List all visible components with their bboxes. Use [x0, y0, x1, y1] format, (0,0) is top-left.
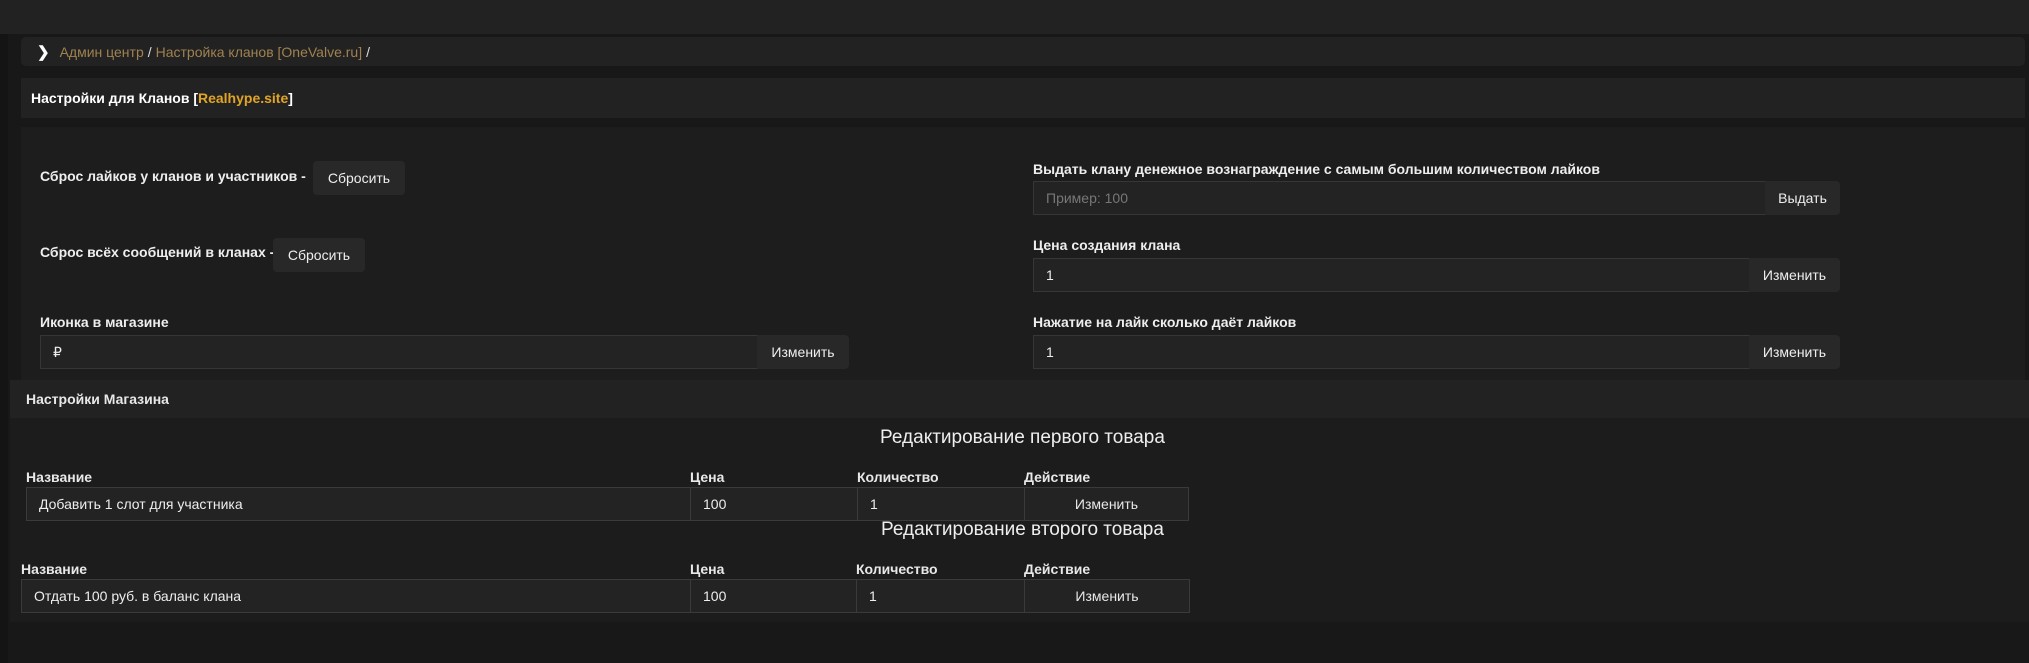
product-2-change-button[interactable]: Изменить [1024, 579, 1190, 613]
col-quantity-header: Количество [857, 469, 939, 485]
reward-label: Выдать клану денежное вознаграждение с с… [1033, 161, 1600, 177]
breadcrumb-separator: / [366, 43, 370, 60]
reward-give-button[interactable]: Выдать [1765, 181, 1840, 215]
product-2-quantity-input[interactable] [856, 579, 1025, 613]
reset-likes-button[interactable]: Сбросить [313, 161, 405, 195]
reward-input[interactable] [1033, 181, 1766, 215]
product-2-price-input[interactable] [690, 579, 857, 613]
clan-price-change-button[interactable]: Изменить [1749, 258, 1840, 292]
breadcrumb: ❯ Админ центр / Настройка кланов [OneVal… [21, 37, 2025, 66]
product-1-quantity-input[interactable] [857, 487, 1025, 521]
col-action-header: Действие [1024, 561, 1091, 577]
chevron-right-icon: ❯ [37, 43, 50, 61]
shop-icon-label: Иконка в магазине [40, 314, 169, 330]
clan-price-input[interactable] [1033, 258, 1750, 292]
page-title-site: Realhype.site [197, 90, 289, 106]
col-quantity-header: Количество [856, 561, 938, 577]
top-bar [0, 0, 2029, 34]
like-value-change-button[interactable]: Изменить [1749, 335, 1840, 369]
col-price-header: Цена [690, 469, 725, 485]
breadcrumb-separator: / [147, 43, 152, 60]
like-value-input[interactable] [1033, 335, 1750, 369]
reset-likes-label: Сброс лайков у кланов и участников - [40, 168, 306, 184]
shop-icon-input[interactable] [40, 335, 758, 369]
product-1-name-input[interactable] [26, 487, 691, 521]
clan-price-label: Цена создания клана [1033, 237, 1181, 253]
shop-settings-header: Настройки Магазина [10, 380, 2029, 418]
product-2-name-input[interactable] [21, 579, 691, 613]
page-title-prefix: Настройки для Кланов [ [31, 90, 198, 106]
page-title-suffix: ] [288, 90, 293, 106]
col-name-header: Название [21, 561, 88, 577]
col-action-header: Действие [1024, 469, 1091, 485]
product-2-heading: Редактирование второго товара [881, 519, 1164, 540]
product-1-heading: Редактирование первого товара [880, 427, 1165, 448]
reset-messages-label: Сброс всёх сообщений в кланах - [40, 244, 275, 260]
col-price-header: Цена [690, 561, 725, 577]
like-value-label: Нажатие на лайк сколько даёт лайков [1033, 314, 1297, 330]
breadcrumb-admin-center[interactable]: Админ центр [60, 44, 144, 60]
shop-icon-change-button[interactable]: Изменить [757, 335, 849, 369]
reset-messages-button[interactable]: Сбросить [273, 238, 365, 272]
col-name-header: Название [26, 469, 93, 485]
breadcrumb-clan-settings[interactable]: Настройка кланов [OneValve.ru] [156, 44, 362, 60]
product-1-price-input[interactable] [690, 487, 858, 521]
page-title: Настройки для Кланов [Realhype.site] [21, 78, 2025, 118]
product-1-change-button[interactable]: Изменить [1024, 487, 1189, 521]
